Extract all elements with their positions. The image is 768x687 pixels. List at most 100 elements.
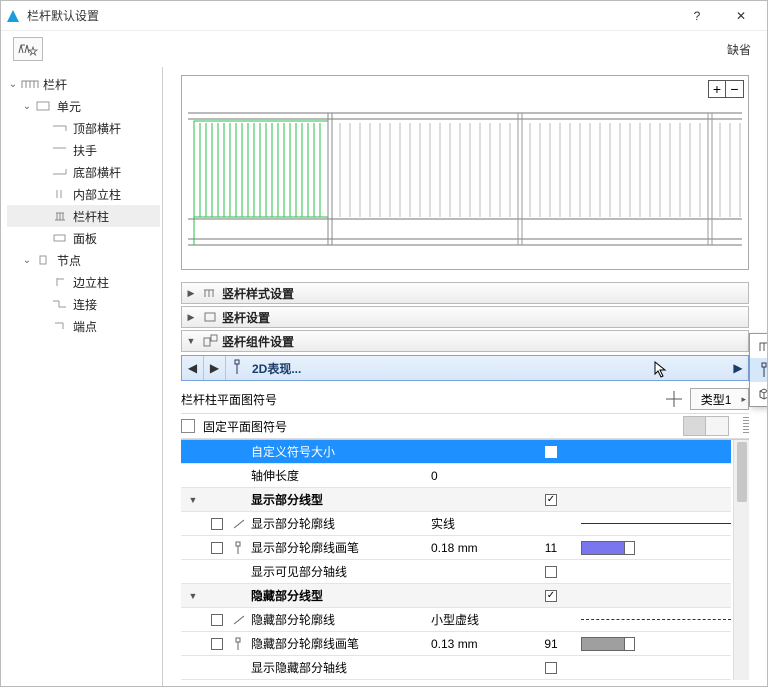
- checkbox[interactable]: [545, 662, 557, 674]
- crosshair-icon: [662, 388, 686, 410]
- grid-row[interactable]: 显示可见部分轴线: [181, 560, 731, 584]
- component-icon: [200, 334, 222, 348]
- chevron-right-icon: ▶: [182, 312, 200, 323]
- app-icon: [5, 8, 21, 24]
- flyout-item-2d[interactable]: 2D表现: [750, 358, 767, 382]
- checkbox[interactable]: [545, 590, 557, 602]
- checkbox[interactable]: [211, 638, 223, 650]
- symbol-label: 栏杆柱平面图符号: [181, 391, 662, 408]
- tree-item[interactable]: 内部立柱: [7, 183, 160, 205]
- rail-icon: [51, 165, 69, 179]
- pen-icon: [229, 637, 249, 651]
- checkbox[interactable]: [545, 494, 557, 506]
- tree-item[interactable]: 边立柱: [7, 271, 160, 293]
- baluster-icon: [51, 187, 69, 201]
- chevron-down-icon[interactable]: ⌄: [21, 255, 33, 266]
- tree-root[interactable]: ⌄ 栏杆: [7, 73, 160, 95]
- tab-prev-button[interactable]: ◀: [182, 356, 204, 380]
- endpost-icon: [51, 275, 69, 289]
- preview-box: + −: [181, 75, 749, 270]
- checkbox[interactable]: [211, 614, 223, 626]
- property-grid: 自定义符号大小 轴伸长度 0 ▼ 显示部分线型: [181, 439, 749, 680]
- tree-item[interactable]: 面板: [7, 227, 160, 249]
- style-size-icon: [756, 339, 767, 353]
- flyout-item-3d[interactable]: 3D表现: [750, 382, 767, 406]
- tab-overflow-button[interactable]: ▶: [728, 361, 748, 375]
- tree-item[interactable]: 端点: [7, 315, 160, 337]
- grid-row[interactable]: 显示隐藏部分轴线: [181, 656, 731, 680]
- line-icon: [229, 518, 249, 530]
- color-swatch[interactable]: [581, 637, 635, 651]
- panel-icon: [51, 231, 69, 245]
- grid-row[interactable]: 显示部分轮廓线 实线: [181, 512, 731, 536]
- line-icon: [229, 614, 249, 626]
- view-toggle[interactable]: [683, 416, 729, 436]
- fixed-symbol-label: 固定平面图符号: [203, 418, 683, 435]
- checkbox[interactable]: [545, 566, 557, 578]
- rail-icon: [51, 121, 69, 135]
- window-close-button[interactable]: ✕: [719, 1, 763, 31]
- railing-icon: [21, 77, 39, 91]
- section-style[interactable]: ▶ 竖杆样式设置: [181, 282, 749, 304]
- 2d-icon: [756, 362, 767, 378]
- chevron-down-icon[interactable]: ⌄: [21, 101, 33, 112]
- checkbox[interactable]: [211, 542, 223, 554]
- line-preview: [581, 619, 731, 620]
- zoom-out-button[interactable]: −: [726, 80, 744, 98]
- unit-icon: [35, 99, 53, 113]
- window-title: 栏杆默认设置: [27, 7, 675, 24]
- checkbox[interactable]: [545, 446, 557, 458]
- grid-row-selected[interactable]: 自定义符号大小: [181, 440, 731, 464]
- chevron-down-icon[interactable]: ▼: [181, 495, 205, 505]
- type-dropdown[interactable]: 类型1▸: [690, 388, 749, 410]
- grid-group-header[interactable]: ▼ 显示部分线型: [181, 488, 731, 512]
- node-icon: [35, 253, 53, 267]
- grid-group-header[interactable]: ▼ 隐藏部分线型: [181, 584, 731, 608]
- scrollbar[interactable]: [733, 440, 749, 680]
- tree-item[interactable]: 顶部横杆: [7, 117, 160, 139]
- grid-row[interactable]: 隐藏部分轮廓线 小型虚线: [181, 608, 731, 632]
- tree-node[interactable]: ⌄ 节点: [7, 249, 160, 271]
- railing-preview: [188, 95, 742, 265]
- tree-item[interactable]: 扶手: [7, 139, 160, 161]
- pen-icon: [229, 541, 249, 555]
- window-help-button[interactable]: ?: [675, 1, 719, 31]
- line-preview: [581, 523, 731, 524]
- post-icon: [51, 209, 69, 223]
- checkbox[interactable]: [211, 518, 223, 530]
- tree-item[interactable]: 连接: [7, 293, 160, 315]
- favorites-icon: [17, 41, 39, 57]
- chevron-down-icon[interactable]: ▼: [181, 591, 205, 601]
- chevron-down-icon: ▼: [182, 336, 200, 346]
- rail-icon: [51, 143, 69, 157]
- default-label: 缺省: [727, 41, 751, 58]
- end-icon: [51, 319, 69, 333]
- flyout-item-style[interactable]: 风格和尺寸: [750, 334, 767, 358]
- tab-next-button[interactable]: ▶: [204, 356, 226, 380]
- 2d-icon: [232, 359, 246, 378]
- grid-row[interactable]: 隐藏部分轮廓线画笔 0.13 mm 91: [181, 632, 731, 656]
- grid-row[interactable]: 显示部分轮廓线画笔 0.18 mm 11: [181, 536, 731, 560]
- tree-item-selected[interactable]: 栏杆柱: [7, 205, 160, 227]
- color-swatch[interactable]: [581, 541, 635, 555]
- section-component[interactable]: ▼ 竖杆组件设置: [181, 330, 749, 352]
- tree-unit[interactable]: ⌄ 单元: [7, 95, 160, 117]
- favorites-button[interactable]: [13, 37, 43, 61]
- tab-flyout: 风格和尺寸 2D表现 3D表现: [749, 333, 767, 407]
- drag-handle-icon[interactable]: [743, 417, 749, 435]
- subtab-strip: ◀ ▶ 2D表现... ▶: [181, 355, 749, 381]
- grid-row[interactable]: 轴伸长度 0: [181, 464, 731, 488]
- settings-icon: [200, 311, 222, 323]
- tab-label[interactable]: 2D表现...: [252, 360, 728, 377]
- chevron-down-icon[interactable]: ⌄: [7, 79, 19, 90]
- section-settings[interactable]: ▶ 竖杆设置: [181, 306, 749, 328]
- zoom-in-button[interactable]: +: [708, 80, 726, 98]
- navigation-tree: ⌄ 栏杆 ⌄ 单元 顶部横杆 扶手 底部横杆 内部立柱 栏杆柱 面板 ⌄ 节点 …: [1, 67, 163, 686]
- 3d-icon: [756, 387, 767, 401]
- chevron-right-icon: ▶: [182, 288, 200, 299]
- style-icon: [200, 287, 222, 299]
- tree-item[interactable]: 底部横杆: [7, 161, 160, 183]
- fixed-symbol-checkbox[interactable]: [181, 419, 195, 433]
- title-bar: 栏杆默认设置 ? ✕: [1, 1, 767, 31]
- connection-icon: [51, 297, 69, 311]
